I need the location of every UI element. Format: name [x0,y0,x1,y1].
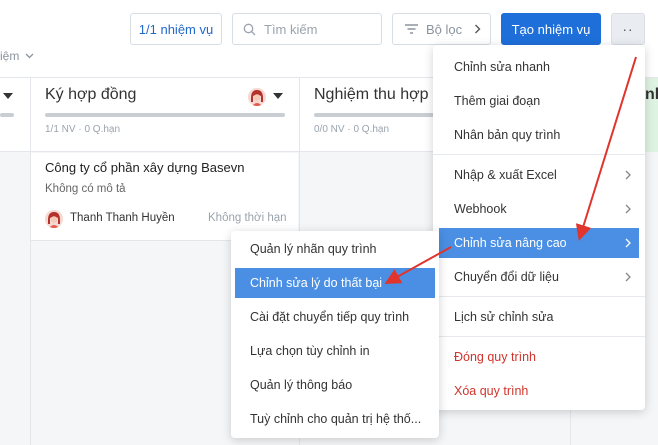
submenu-item-label: Lựa chọn tùy chỉnh in [250,344,370,358]
submenu-item-edit-failure-reasons[interactable]: Chỉnh sửa lý do thất bại [235,268,435,298]
caret-down-icon[interactable] [3,93,13,99]
avatar [45,210,63,228]
submenu-item-admin-customize[interactable]: Tuỳ chỉnh cho quản trị hệ thố... [231,404,439,434]
column-progress-bar [45,113,285,117]
menu-divider [433,296,645,297]
task-card-due: Không thời hạn [208,212,287,224]
view-selector[interactable]: iệm [0,49,34,63]
menu-divider [433,336,645,337]
submenu-item-print-options[interactable]: Lựa chọn tùy chỉnh in [231,336,439,366]
create-task-button[interactable]: Tạo nhiệm vụ [501,13,601,45]
menu-item-advanced-edit[interactable]: Chỉnh sửa nâng cao [439,228,639,258]
chevron-right-icon [625,272,631,282]
menu-item-edit-history[interactable]: Lịch sử chỉnh sửa [433,302,645,332]
menu-item-label: Chỉnh sửa nâng cao [454,236,567,250]
avatar[interactable] [248,88,266,106]
menu-item-label: Chuyển đổi dữ liệu [454,270,559,284]
menu-item-label: Webhook [454,202,507,216]
menu-item-label: Lịch sử chỉnh sửa [454,310,554,324]
menu-item-webhook[interactable]: Webhook [433,194,645,224]
avatar-icon [45,210,63,228]
chevron-down-icon [25,53,34,59]
menu-item-label: Đóng quy trình [454,350,536,364]
column-divider [30,77,31,445]
create-task-label: Tạo nhiệm vụ [511,21,591,37]
menu-item-label: Chỉnh sửa nhanh [454,60,550,74]
filter-button[interactable]: Bộ lọc [392,13,491,45]
search-input[interactable]: Tìm kiếm [232,13,382,45]
task-card-title: Công ty cổ phần xây dựng Basevn [45,160,245,175]
menu-item-label: Xóa quy trình [454,384,529,398]
view-selector-label: iệm [0,49,20,63]
task-count-label: 1/1 nhiệm vụ [138,21,214,37]
more-options-button[interactable]: ·· [611,13,645,45]
task-count-button[interactable]: 1/1 nhiệm vụ [130,13,222,45]
menu-item-convert-data[interactable]: Chuyển đổi dữ liệu [433,262,645,292]
column-title: Ký hợp đồng [45,86,137,103]
column-title: Nghiệm thu hợp đ [314,86,442,103]
column-title: nh [645,86,658,103]
menu-item-label: Nhập & xuất Excel [454,168,557,182]
submenu-item-transition-settings[interactable]: Cài đặt chuyển tiếp quy trình [231,302,439,332]
menu-item-delete-workflow[interactable]: Xóa quy trình [433,376,645,406]
menu-item-quick-edit[interactable]: Chỉnh sửa nhanh [433,52,645,82]
chevron-right-icon [625,238,631,248]
menu-item-excel[interactable]: Nhập & xuất Excel [433,160,645,190]
menu-item-add-stage[interactable]: Thêm giai đoạn [433,86,645,116]
filter-icon [405,24,418,34]
chevron-right-icon [475,24,481,34]
submenu-item-manage-labels[interactable]: Quản lý nhãn quy trình [231,234,439,264]
submenu-item-label: Chỉnh sửa lý do thất bại [250,276,383,290]
submenu-item-label: Quản lý nhãn quy trình [250,242,377,256]
task-card-assignee: Thanh Thanh Huyền [70,212,175,224]
advanced-edit-submenu: Quản lý nhãn quy trình Chỉnh sửa lý do t… [231,231,439,438]
submenu-item-label: Quản lý thông báo [250,378,353,392]
filter-label: Bộ lọc [426,21,463,37]
more-icon: ·· [622,21,634,37]
caret-down-icon[interactable] [273,93,283,99]
menu-item-label: Thêm giai đoạn [454,94,541,108]
menu-item-duplicate-workflow[interactable]: Nhân bản quy trình [433,120,645,150]
more-options-menu: Chỉnh sửa nhanh Thêm giai đoạn Nhân bản … [433,45,645,410]
search-placeholder: Tìm kiếm [264,21,318,37]
column-meta: 1/1 NV · 0 Q.hạn [45,124,121,135]
menu-item-label: Nhân bản quy trình [454,128,561,142]
submenu-item-label: Cài đặt chuyển tiếp quy trình [250,310,410,324]
search-icon [243,23,256,35]
chevron-right-icon [625,204,631,214]
chevron-right-icon [625,170,631,180]
column-meta: 0/0 NV · 0 Q.hạn [314,124,390,135]
menu-divider [433,154,645,155]
column-progress-bar [314,113,434,117]
submenu-item-label: Tuỳ chỉnh cho quản trị hệ thố... [250,412,422,426]
avatar-icon [248,88,266,106]
submenu-item-notifications[interactable]: Quản lý thông báo [231,370,439,400]
menu-item-close-workflow[interactable]: Đóng quy trình [433,342,645,372]
task-card-description: Không có mô tả [45,183,126,195]
column-progress-bar [0,113,14,117]
